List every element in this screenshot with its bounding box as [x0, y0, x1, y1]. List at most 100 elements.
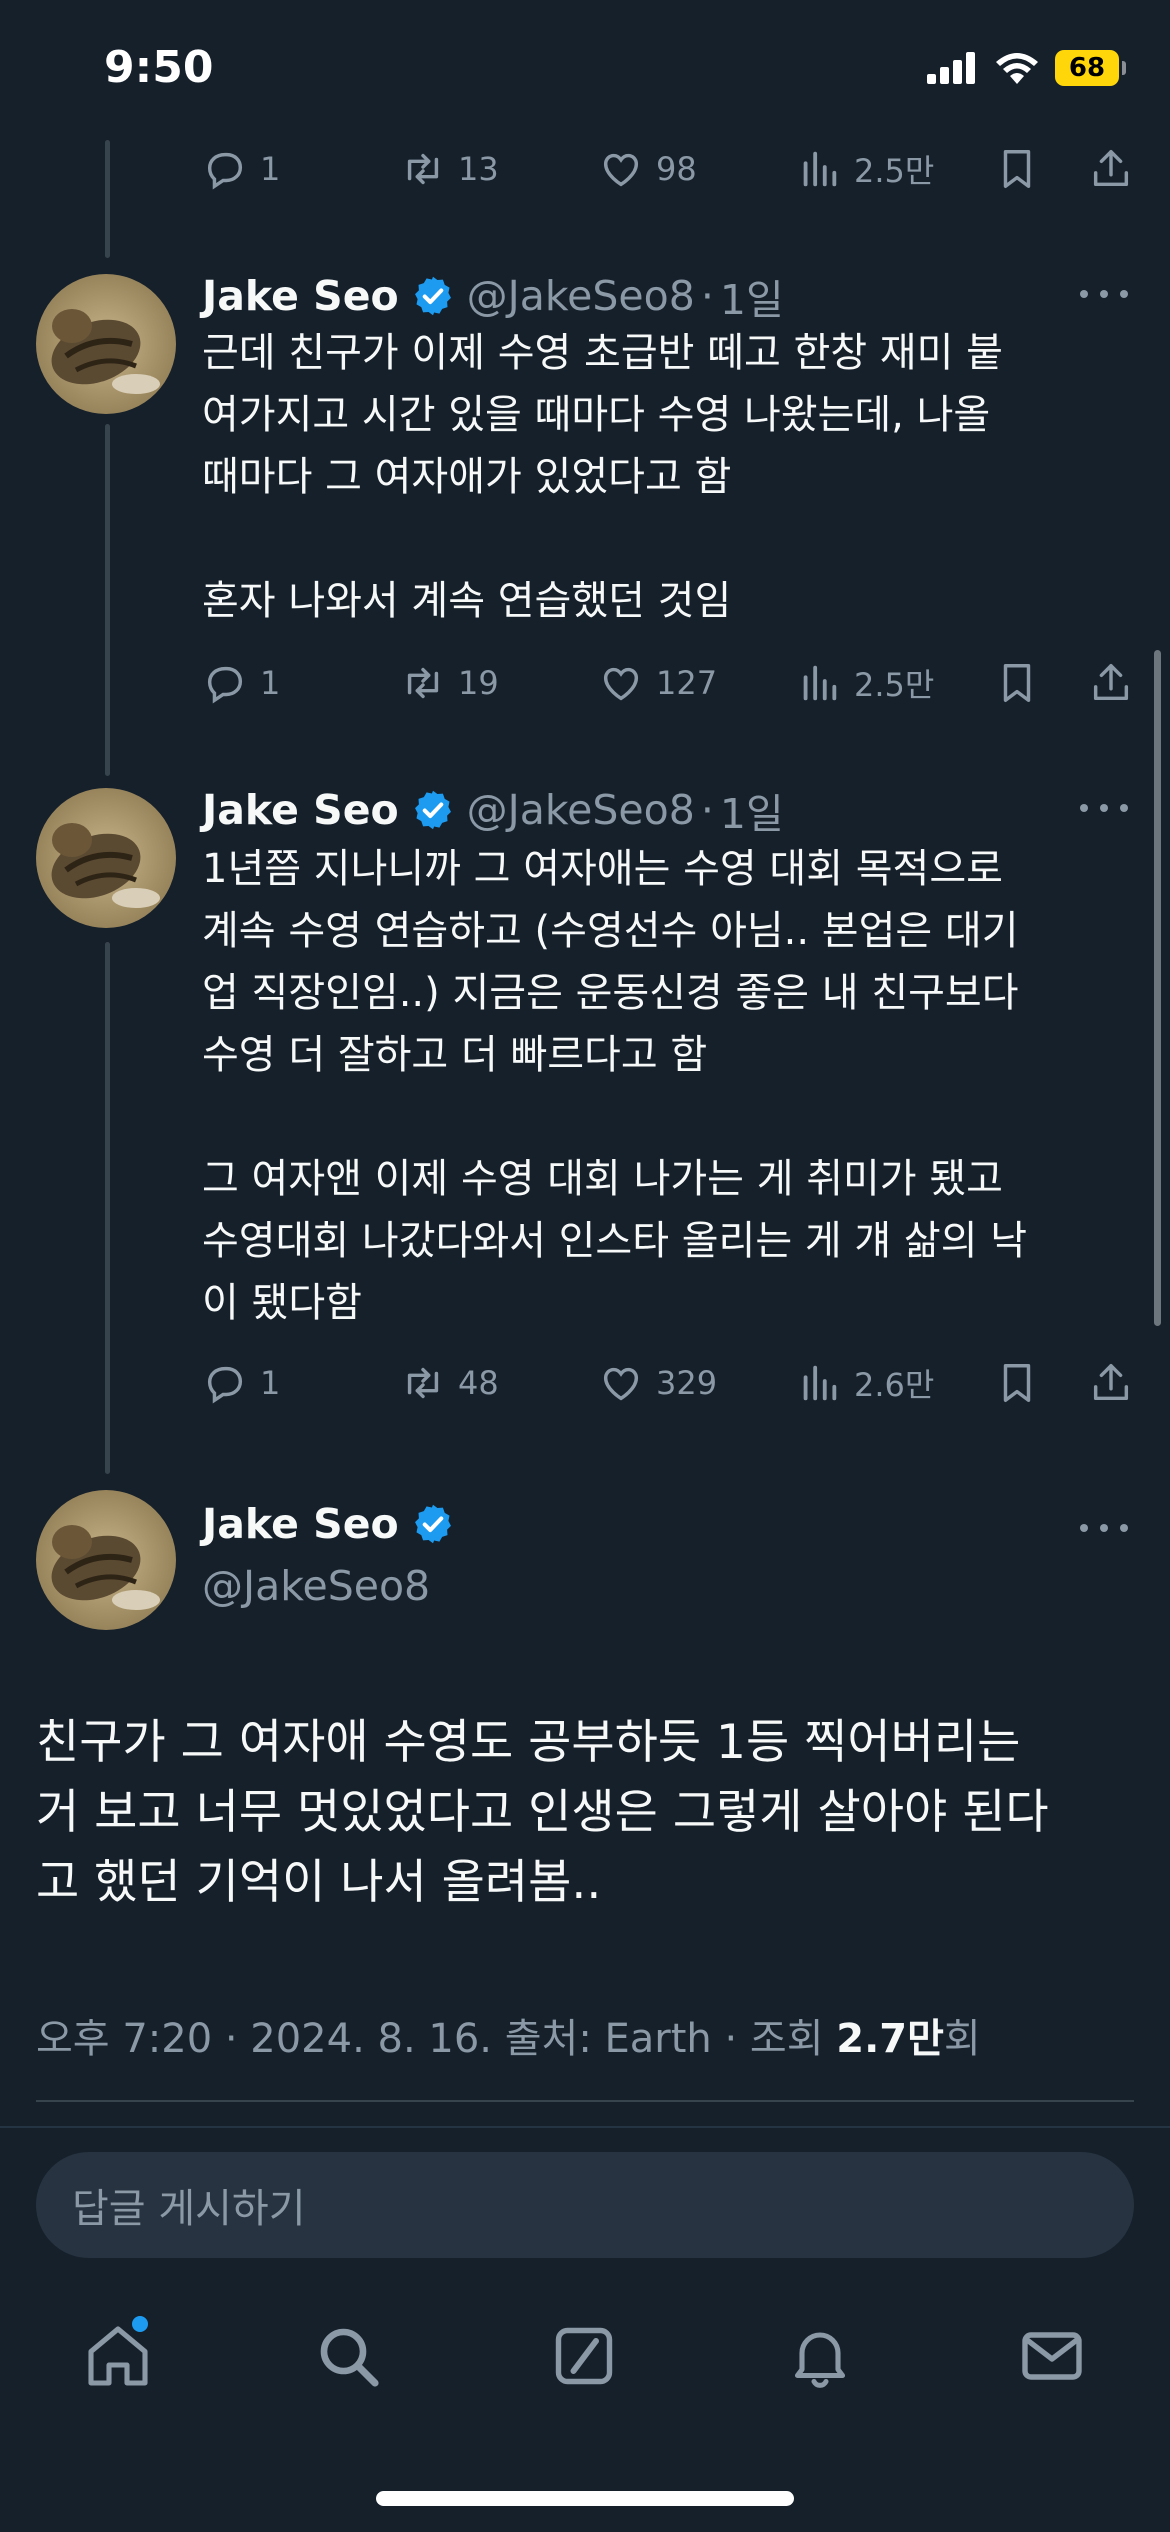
search-icon	[320, 2328, 379, 2387]
reply-icon	[207, 666, 243, 704]
battery-level: 68	[1055, 50, 1119, 86]
avatar[interactable]	[36, 1490, 176, 1630]
reply-input[interactable]: 답글 게시하기	[36, 2152, 1134, 2258]
share-icon	[1093, 150, 1129, 187]
handle[interactable]: @JakeSeo8	[202, 1562, 430, 1610]
like-button[interactable]: 98	[598, 146, 697, 192]
cat-photo-icon	[36, 274, 176, 414]
heart-icon	[603, 153, 639, 187]
timestamp[interactable]: 1일	[720, 780, 784, 840]
cellular-signal-icon	[927, 52, 975, 84]
timestamp[interactable]: 1일	[720, 266, 784, 326]
more-options-button[interactable]	[1080, 284, 1128, 304]
retweet-count: 48	[458, 1364, 499, 1402]
status-time: 9:50	[104, 42, 214, 93]
views-button[interactable]: 2.5만	[796, 660, 934, 706]
retweet-button[interactable]: 13	[400, 146, 499, 192]
nav-notifications-button[interactable]	[784, 2320, 856, 2392]
views-count: 2.6만	[854, 1366, 935, 1404]
retweet-icon	[407, 667, 439, 699]
nav-messages-button[interactable]	[1016, 2320, 1088, 2392]
cat-photo-icon	[36, 788, 176, 928]
share-button[interactable]	[1088, 146, 1134, 192]
more-options-button[interactable]	[1080, 1518, 1128, 1538]
grok-icon	[555, 2327, 613, 2385]
views-button[interactable]: 2.5만	[796, 146, 934, 192]
avatar[interactable]	[36, 274, 176, 414]
retweet-icon	[407, 1367, 439, 1399]
retweet-icon	[407, 153, 439, 185]
reply-count: 1	[260, 664, 281, 702]
views-button[interactable]: 2.6만	[796, 1360, 934, 1406]
notifications-icon	[794, 2332, 846, 2388]
bookmark-icon	[1003, 150, 1031, 188]
handle[interactable]: @JakeSeo8	[467, 786, 695, 834]
more-options-button[interactable]	[1080, 798, 1128, 818]
reply-icon	[207, 1366, 243, 1404]
like-count: 127	[656, 664, 718, 702]
tweet-header: Jake Seo @JakeSeo8 · 1일	[202, 780, 784, 840]
verified-badge-icon	[414, 276, 451, 316]
like-button[interactable]: 329	[598, 1360, 717, 1406]
nav-home-button[interactable]	[82, 2316, 154, 2392]
messages-icon	[1022, 2332, 1082, 2380]
retweet-count: 19	[458, 664, 499, 702]
display-name[interactable]: Jake Seo	[202, 1500, 399, 1548]
separator: ·	[700, 272, 714, 320]
status-icons: 68	[927, 50, 1126, 86]
home-indicator[interactable]	[376, 2491, 794, 2506]
reply-button[interactable]: 1	[202, 146, 280, 192]
nav-search-button[interactable]	[312, 2320, 384, 2392]
retweet-button[interactable]: 48	[400, 1360, 499, 1406]
like-count: 98	[656, 150, 697, 188]
share-button[interactable]	[1088, 660, 1134, 706]
views-count: 2.5만	[854, 666, 935, 704]
share-button[interactable]	[1088, 1360, 1134, 1406]
tweet-text: 근데 친구가 이제 수영 초급반 떼고 한창 재미 붙 여가지고 시간 있을 때…	[202, 330, 1003, 624]
handle[interactable]: @JakeSeo8	[467, 272, 695, 320]
tweet-actions: 1 48 329 2.6만	[202, 1360, 1138, 1412]
reply-button[interactable]: 1	[202, 660, 280, 706]
retweet-button[interactable]: 19	[400, 660, 499, 706]
like-count: 329	[656, 1364, 718, 1402]
thread-line	[105, 424, 110, 776]
meta-prefix: 오후 7:20 · 2024. 8. 16. 출처: Earth · 조회	[36, 2016, 837, 2062]
focus-tweet-text: 친구가 그 여자애 수영도 공부하듯 1등 찍어버리는 거 보고 너무 멋있었다…	[36, 1715, 1049, 1910]
heart-icon	[603, 1367, 639, 1401]
divider	[36, 2100, 1134, 2102]
display-name[interactable]: Jake Seo	[202, 272, 399, 320]
notification-dot	[132, 2316, 148, 2332]
avatar[interactable]	[36, 788, 176, 928]
tweet-actions: 1 19 127 2.5만	[202, 660, 1138, 712]
retweet-count: 13	[458, 150, 499, 188]
reply-icon	[207, 152, 243, 190]
meta-suffix: 회	[943, 2016, 981, 2062]
wifi-icon	[996, 53, 1038, 84]
thread-line	[105, 942, 110, 1474]
heart-icon	[603, 667, 639, 701]
bookmark-button[interactable]	[994, 1360, 1040, 1406]
like-button[interactable]: 127	[598, 660, 717, 706]
views-icon	[803, 665, 837, 701]
bookmark-button[interactable]	[994, 660, 1040, 706]
views-count: 2.5만	[854, 152, 935, 190]
reply-placeholder: 답글 게시하기	[72, 2186, 306, 2232]
views-icon	[803, 1365, 837, 1401]
scrollbar[interactable]	[1154, 650, 1161, 1326]
divider	[0, 2126, 1170, 2128]
reply-button[interactable]: 1	[202, 1360, 280, 1406]
thread-line	[105, 140, 110, 258]
verified-badge-icon	[414, 790, 451, 830]
cat-photo-icon	[36, 1490, 176, 1630]
views-icon	[803, 151, 837, 187]
bookmark-icon	[1003, 664, 1031, 702]
tweet-actions: 1 13 98 2.5만	[202, 146, 1138, 198]
share-icon	[1093, 1364, 1129, 1401]
bookmark-icon	[1003, 1364, 1031, 1402]
display-name[interactable]: Jake Seo	[202, 786, 399, 834]
meta-views: 2.7만	[836, 2016, 944, 2062]
battery-icon: 68	[1055, 50, 1126, 86]
separator: ·	[700, 786, 714, 834]
bookmark-button[interactable]	[994, 146, 1040, 192]
nav-grok-button[interactable]	[548, 2320, 620, 2392]
